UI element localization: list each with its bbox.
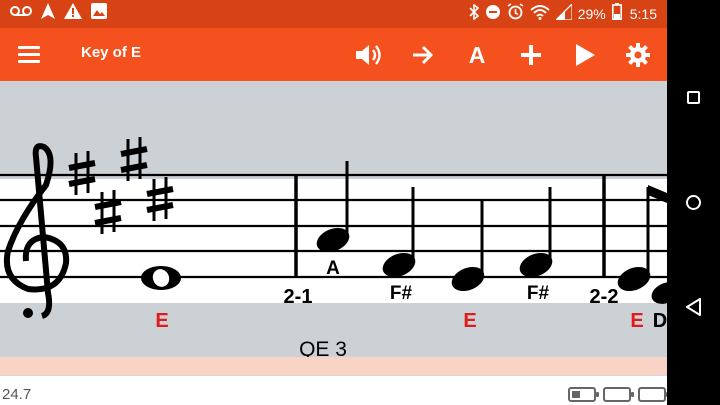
note-label-f-sharp: F# <box>390 283 413 304</box>
clock: 5:15 <box>629 6 657 22</box>
back-icon[interactable] <box>686 298 702 316</box>
battery-indicator-icon <box>603 387 634 402</box>
hamburger-menu-icon[interactable] <box>18 42 44 66</box>
toolbar-title: Key of E <box>81 44 142 61</box>
battery-percent: 29% <box>577 6 606 22</box>
plus-icon <box>521 45 541 65</box>
note-label-e-3: E <box>630 310 643 332</box>
staff-canvas: E 2-1 A F# E F# 2-2 E D QE 3 <box>0 137 667 361</box>
play-icon <box>576 44 595 66</box>
status-left-icons <box>10 3 107 25</box>
alarm-icon <box>507 3 524 25</box>
signal-icon <box>554 2 573 25</box>
measure-label: 2-1 <box>284 286 313 308</box>
note-letter-button[interactable]: A <box>462 40 492 70</box>
wifi-icon <box>530 4 550 25</box>
recent-apps-icon[interactable] <box>687 91 700 104</box>
volume-button[interactable] <box>354 40 384 70</box>
android-nav-bar <box>667 0 720 405</box>
app-toolbar: Key of E A <box>0 28 667 81</box>
home-icon[interactable] <box>686 195 701 210</box>
note-label-e-2: E <box>463 310 476 332</box>
note-label-d: D <box>653 310 667 332</box>
play-button[interactable] <box>570 40 600 70</box>
status-right-icons: 29% 5:15 <box>469 2 657 25</box>
volume-icon <box>356 45 381 65</box>
image-icon <box>91 3 107 25</box>
voicemail-icon <box>10 4 32 24</box>
progress-strip <box>0 357 667 375</box>
arrow-right-icon <box>413 45 434 65</box>
note-label-f-sharp-2: F# <box>527 283 550 304</box>
footer-bar: 24.7 <box>0 375 669 405</box>
battery-icon <box>611 3 622 25</box>
battery-indicator-icon <box>568 387 599 402</box>
navigation-icon <box>41 3 55 25</box>
do-not-disturb-icon <box>485 4 501 25</box>
note-label-e: E <box>155 310 168 332</box>
battery-indicator-icon <box>638 387 669 402</box>
measure-label-2: 2-2 <box>590 286 619 308</box>
settings-gear-icon <box>626 43 650 67</box>
note-label-a: A <box>326 258 340 279</box>
settings-button[interactable] <box>623 40 653 70</box>
whole-note-e[interactable] <box>141 266 181 290</box>
add-button[interactable] <box>516 40 546 70</box>
status-bar: 29% 5:15 <box>0 0 667 28</box>
note-letter-label: A <box>468 41 486 68</box>
music-staff-area[interactable]: E 2-1 A F# E F# 2-2 E D QE 3 <box>0 81 667 375</box>
next-button[interactable] <box>408 40 438 70</box>
bluetooth-icon <box>469 2 479 25</box>
warning-icon <box>64 3 82 25</box>
zoom-level: 24.7 <box>2 386 32 403</box>
